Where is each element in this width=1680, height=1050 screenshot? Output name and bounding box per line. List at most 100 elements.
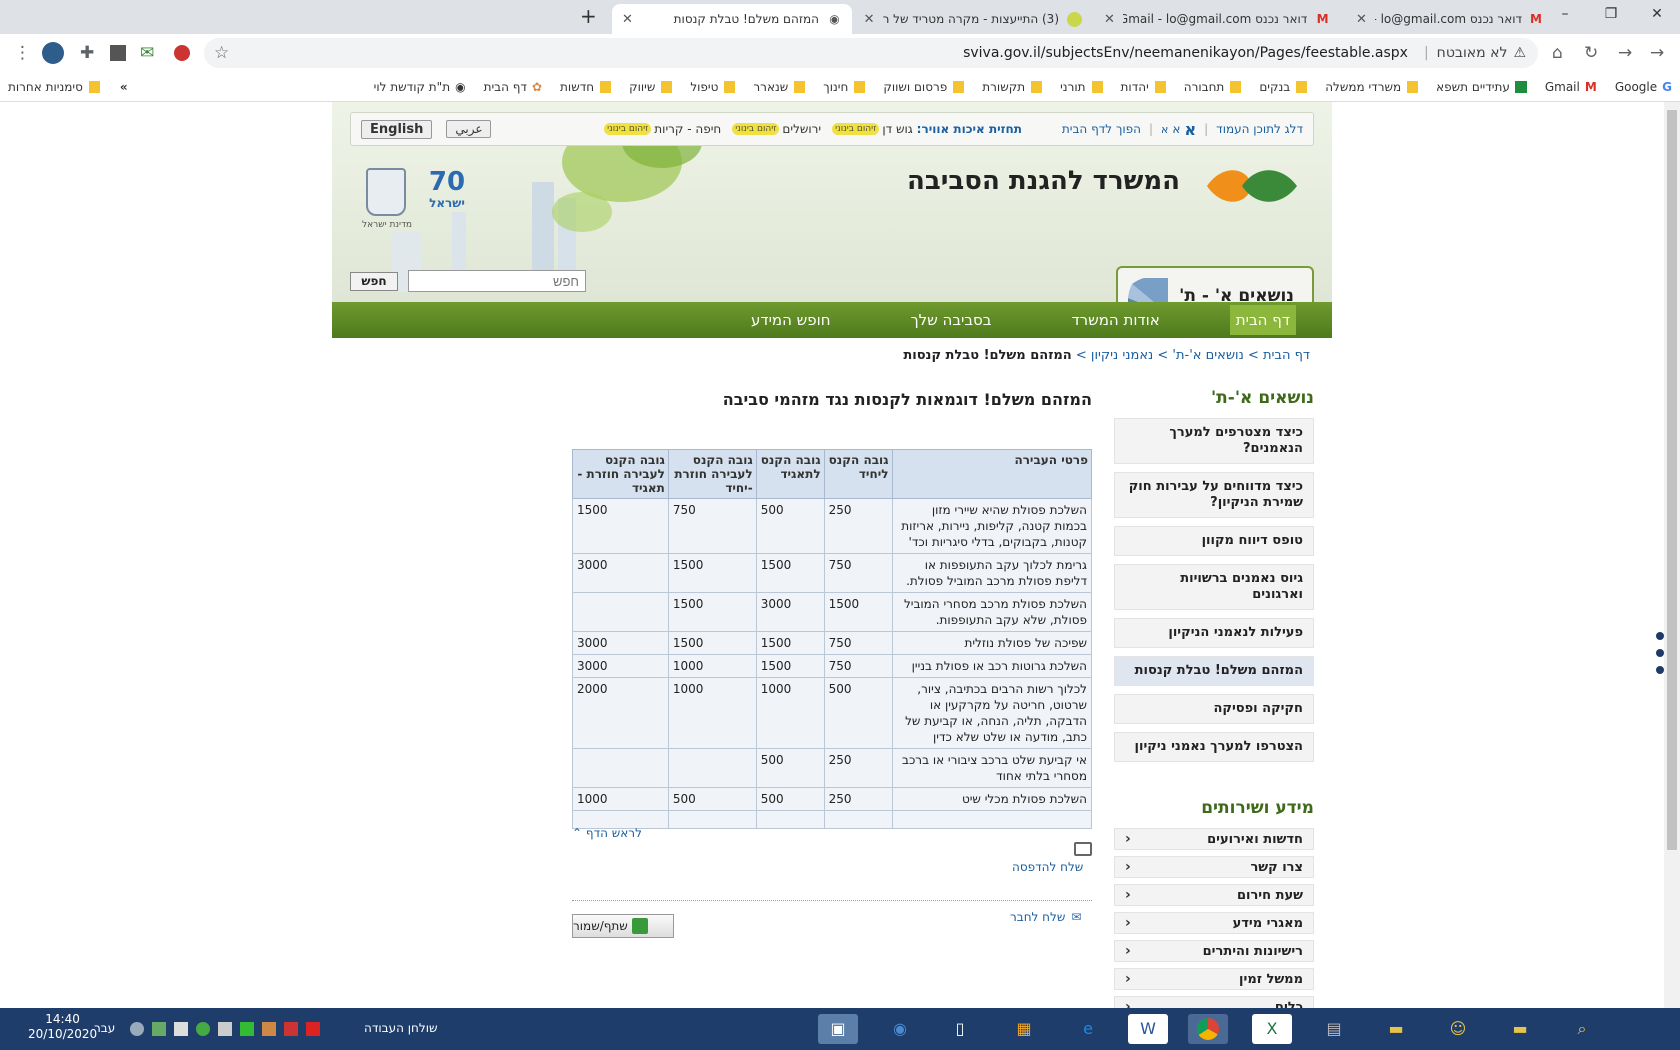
- arabic-button[interactable]: عربي: [446, 120, 492, 138]
- breadcrumb-link[interactable]: דף הבית: [1263, 348, 1310, 363]
- info-item[interactable]: חדשות ואירועים ‹: [1114, 828, 1314, 850]
- tray-icon[interactable]: [152, 1022, 166, 1036]
- send-to-friend-link[interactable]: ✉ שלח לחבר: [1010, 910, 1081, 924]
- bookmark-folder[interactable]: חינוך: [823, 80, 866, 94]
- sidebar-item-selected[interactable]: המזהם משלם! טבלת קנסות: [1114, 656, 1314, 686]
- folder-icon[interactable]: ▬: [1376, 1014, 1416, 1044]
- bookmark-folder[interactable]: שיווק: [629, 80, 673, 94]
- tray-icon[interactable]: [306, 1022, 320, 1036]
- bookmark-folder[interactable]: יהדות: [1121, 80, 1166, 94]
- set-homepage-link[interactable]: הפוך לדף הבית: [1062, 122, 1141, 136]
- address-bar[interactable]: ⚠ לא מאובטח | sviva.gov.il/subjectsEnv/n…: [204, 38, 1538, 68]
- word-icon[interactable]: W: [1128, 1014, 1168, 1044]
- search-icon[interactable]: ⌕: [1562, 1014, 1602, 1044]
- info-item[interactable]: ממשל זמין ‹: [1114, 968, 1314, 990]
- contacts-icon[interactable]: ☺: [1438, 1014, 1478, 1044]
- other-bookmarks[interactable]: סימניות אחרות: [8, 80, 100, 94]
- bookmark-folder[interactable]: טיפול: [690, 80, 736, 94]
- calendar-icon[interactable]: ▦: [1004, 1014, 1044, 1044]
- file-icon[interactable]: ▯: [940, 1014, 980, 1044]
- font-size-medium[interactable]: א: [1172, 122, 1180, 136]
- info-item[interactable]: צרו קשר ‹: [1114, 856, 1314, 878]
- back-icon[interactable]: →: [1650, 43, 1664, 63]
- bookmark-item[interactable]: ◉ ת"ת קודשת לוי: [374, 80, 466, 94]
- scrollbar-thumb[interactable]: [1667, 110, 1677, 850]
- bookmark-folder[interactable]: שנארר: [753, 80, 806, 94]
- search-button[interactable]: חפש: [350, 272, 398, 291]
- tray-icon[interactable]: [284, 1022, 298, 1036]
- bookmark-folder[interactable]: פרסום ושווק: [883, 80, 965, 94]
- page-scrollbar[interactable]: [1664, 102, 1680, 1008]
- bookmark-folder[interactable]: תקשורת: [982, 80, 1043, 94]
- tab-close-icon[interactable]: ✕: [864, 12, 875, 27]
- tray-icon[interactable]: [196, 1022, 210, 1036]
- sidebar-item[interactable]: חקיקה ופסיקה: [1114, 694, 1314, 724]
- tray-icon[interactable]: [240, 1022, 254, 1036]
- info-item[interactable]: שעת חירום ‹: [1114, 884, 1314, 906]
- puzzle-icon[interactable]: ✚: [80, 43, 94, 63]
- avatar[interactable]: [42, 42, 64, 64]
- font-size-small[interactable]: א: [1161, 123, 1168, 136]
- info-item[interactable]: רישיונות והיתרים ‹: [1114, 940, 1314, 962]
- reload-icon[interactable]: ↻: [1584, 43, 1598, 63]
- sidebar-item[interactable]: כיצד מדווחים על עבירות חוק שמירת הניקיון…: [1114, 472, 1314, 518]
- globe-app-icon[interactable]: ◉: [880, 1014, 920, 1044]
- ie-icon[interactable]: e: [1068, 1014, 1108, 1044]
- bookmark-folder[interactable]: חדשות: [560, 80, 612, 94]
- photos-icon[interactable]: ▣: [818, 1014, 858, 1044]
- language-indicator[interactable]: עבר: [94, 1021, 115, 1035]
- bookmark-item[interactable]: M Gmail: [1545, 80, 1597, 94]
- english-button[interactable]: English: [361, 119, 433, 139]
- nav-about[interactable]: אודות המשרד: [1031, 302, 1199, 338]
- browser-tab[interactable]: Mדואר נכנס Gmail - lo@gmail.com✕: [1346, 4, 1552, 34]
- menu-icon[interactable]: ⋮: [14, 43, 31, 63]
- tab-close-icon[interactable]: ✕: [1356, 12, 1367, 27]
- tab-close-icon[interactable]: ✕: [622, 12, 633, 27]
- extension-icon[interactable]: ✉: [140, 43, 154, 63]
- bookmark-folder[interactable]: תורני: [1060, 80, 1103, 94]
- browser-tab[interactable]: (3) התייעצות - מקרה מטריד של ר ✕: [852, 4, 1092, 34]
- nav-home[interactable]: דף הבית: [1229, 305, 1296, 335]
- printer-icon[interactable]: [1074, 842, 1092, 856]
- chrome-icon[interactable]: [1188, 1014, 1228, 1044]
- taskbar-clock[interactable]: 14:40 20/10/2020: [28, 1012, 97, 1042]
- tray-icon[interactable]: [218, 1022, 232, 1036]
- nav-your-area[interactable]: בסביבה שלך: [871, 302, 1032, 338]
- extension-icon[interactable]: [110, 45, 126, 61]
- tab-close-icon[interactable]: ✕: [1104, 12, 1115, 27]
- explorer-icon[interactable]: ▬: [1500, 1014, 1540, 1044]
- calculator-icon[interactable]: ▤: [1314, 1014, 1354, 1044]
- sidebar-item[interactable]: גיוס נאמנים ברשויות וארגונים: [1114, 564, 1314, 610]
- home-icon[interactable]: ⌂: [1552, 43, 1563, 63]
- tray-icon[interactable]: [174, 1022, 188, 1036]
- tray-icon[interactable]: [130, 1022, 144, 1036]
- share-save-button[interactable]: שתף/שמור: [572, 914, 674, 938]
- breadcrumb-link[interactable]: נושאים א'-ת': [1172, 348, 1243, 363]
- extension-icon[interactable]: [174, 45, 190, 61]
- close-icon[interactable]: ✕: [1634, 0, 1680, 34]
- desktop-toolbar[interactable]: שולחן העבודה: [364, 1021, 437, 1035]
- restore-icon[interactable]: ❐: [1588, 0, 1634, 34]
- print-link[interactable]: שלח להדפסה: [1012, 860, 1083, 874]
- star-icon[interactable]: ☆: [214, 43, 229, 63]
- bookmark-item[interactable]: עתידיים תשפא: [1436, 80, 1527, 94]
- new-tab-button[interactable]: +: [580, 4, 597, 28]
- tray-icon[interactable]: [262, 1022, 276, 1036]
- browser-tab[interactable]: Mדואר נכנס Gmail - lo@gmail.com✕: [1094, 4, 1340, 34]
- info-item[interactable]: מאגרי מידע ‹: [1114, 912, 1314, 934]
- sidebar-item[interactable]: כיצד מצטרפים למערך הנאמנים?: [1114, 418, 1314, 464]
- bookmark-item[interactable]: ✿ דף הבית: [484, 80, 542, 94]
- bookmark-folder[interactable]: תחבורה: [1184, 80, 1242, 94]
- bookmark-item[interactable]: G Google: [1615, 80, 1672, 94]
- search-input[interactable]: [408, 270, 586, 292]
- browser-tab-active[interactable]: ◉ המזהם משלם! טבלת קנסות ✕: [612, 4, 852, 34]
- font-size-large[interactable]: א: [1184, 120, 1196, 139]
- sidebar-item[interactable]: הצטרפו למערך נאמני ניקיון: [1114, 732, 1314, 762]
- bookmark-folder[interactable]: בנקים: [1259, 80, 1308, 94]
- forward-icon[interactable]: →: [1618, 43, 1632, 63]
- sidebar-item[interactable]: טופס דיווח מקוון: [1114, 526, 1314, 556]
- sidebar-item[interactable]: פעילות לנאמני הניקיון: [1114, 618, 1314, 648]
- excel-icon[interactable]: X: [1252, 1014, 1292, 1044]
- bookmark-folder[interactable]: משרדי ממשלה: [1325, 80, 1419, 94]
- skip-to-content-link[interactable]: דלג לתוכן העמוד: [1216, 122, 1303, 136]
